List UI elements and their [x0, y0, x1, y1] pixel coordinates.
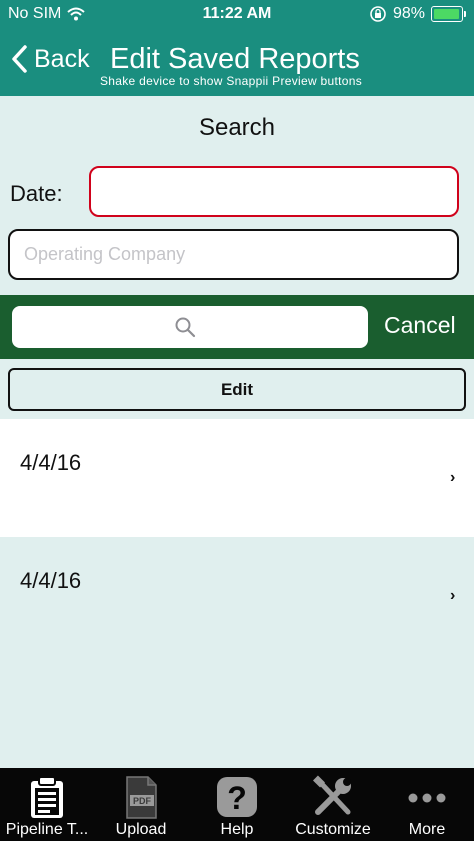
tab-label: Customize [295, 821, 371, 838]
back-label: Back [34, 44, 90, 73]
cancel-button[interactable]: Cancel [384, 312, 456, 339]
tab-label: More [408, 821, 446, 838]
report-date: 4/4/16 [20, 568, 82, 593]
search-field [12, 306, 368, 348]
svg-text:?: ? [227, 780, 247, 816]
date-label: Date: [10, 181, 63, 206]
chevron-right-icon: › [450, 469, 456, 486]
status-bar: No SIM 11:22 AM 98% [0, 0, 474, 30]
tab-bar: Pipeline T... PDF Upload ? Help Customiz… [0, 768, 474, 841]
search-heading: Search [198, 114, 276, 141]
battery-percent: 98% [392, 5, 425, 22]
report-row[interactable]: 4/4/16 › [0, 419, 474, 537]
tools-icon [312, 775, 351, 815]
svg-text:PDF: PDF [133, 796, 152, 806]
report-row[interactable]: 4/4/16 › [0, 537, 474, 655]
chevron-left-icon [12, 45, 27, 73]
more-icon [408, 793, 446, 803]
page-subtitle: Shake device to show Snappii Preview but… [100, 74, 363, 88]
search-bar: Cancel [0, 295, 474, 359]
back-button[interactable]: Back [10, 44, 90, 74]
date-field[interactable] [89, 166, 459, 217]
pdf-icon: PDF [126, 776, 157, 819]
tab-help[interactable]: ? Help [188, 768, 286, 841]
operating-company-field[interactable] [8, 229, 459, 280]
page-title: Edit Saved Reports [110, 43, 360, 75]
chevron-right-icon: › [450, 587, 456, 604]
tab-customize[interactable]: Customize [286, 768, 380, 841]
tab-label: Pipeline T... [5, 821, 89, 838]
search-input[interactable] [12, 306, 368, 348]
status-right: 98% [369, 5, 466, 23]
tab-more[interactable]: More [380, 768, 474, 841]
edit-button[interactable]: Edit [8, 368, 466, 411]
help-icon: ? [217, 777, 257, 817]
tab-label: Help [220, 821, 254, 838]
nav-bar: Back Edit Saved Reports Shake device to … [0, 30, 474, 96]
clipboard-icon [31, 776, 63, 818]
rotation-lock-icon [370, 6, 386, 22]
tab-pipeline[interactable]: Pipeline T... [0, 768, 94, 841]
tab-label: Upload [115, 821, 167, 838]
tab-upload[interactable]: PDF Upload [94, 768, 188, 841]
battery-icon [431, 6, 466, 22]
report-date: 4/4/16 [20, 450, 82, 475]
